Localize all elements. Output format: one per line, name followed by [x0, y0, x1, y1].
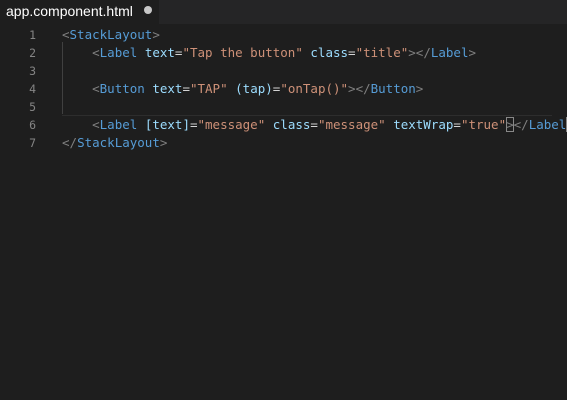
code-token: ></ [408, 45, 431, 60]
tab-bar: app.component.html [0, 0, 567, 24]
code-token: text [144, 45, 175, 60]
code-token: Label [99, 117, 138, 132]
line-code[interactable]: </StackLayout> [62, 134, 167, 152]
code-token: "Tap the button" [182, 45, 303, 60]
code-token: > [506, 117, 514, 132]
code-token: ></ [348, 81, 371, 96]
editor-window: app.component.html 1 <StackLayout> 2 <Labe… [0, 0, 567, 400]
code-token: "title" [355, 45, 409, 60]
unsaved-dot-icon[interactable] [144, 6, 152, 14]
code-token: "true" [460, 117, 507, 132]
line-number: 7 [29, 136, 36, 150]
code-token: </ [513, 117, 529, 132]
tab-app-component-html[interactable]: app.component.html [0, 0, 160, 24]
code-token: = [182, 81, 190, 96]
code-line[interactable]: 2 <Label text="Tap the button" class="ti… [0, 44, 567, 62]
line-code[interactable]: <Label [text]="message" class="message" … [62, 116, 567, 134]
code-token: = [453, 117, 461, 132]
code-token: class [272, 117, 311, 132]
code-token: < [92, 45, 100, 60]
line-number: 3 [29, 64, 36, 78]
code-token: "message" [317, 117, 386, 132]
code-token: Label [99, 45, 138, 60]
code-token: > [415, 81, 424, 96]
tab-title[interactable]: app.component.html [6, 2, 133, 20]
code-token: Label [528, 117, 567, 132]
code-line[interactable]: 4 <Button text="TAP" (tap)="onTap()"></B… [0, 80, 567, 98]
code-token: "onTap()" [280, 81, 349, 96]
code-token: < [92, 81, 100, 96]
code-token: StackLayout [77, 135, 160, 150]
line-code[interactable]: <StackLayout> [62, 26, 160, 44]
line-code[interactable]: <Label text="Tap the button" class="titl… [62, 44, 476, 62]
code-line[interactable]: 6 <Label [text]="message" class="message… [0, 116, 567, 134]
code-token: "TAP" [189, 81, 228, 96]
line-number: 2 [29, 46, 36, 60]
code-token: class [310, 45, 349, 60]
code-token: StackLayout [69, 27, 153, 42]
line-code[interactable]: <Button text="TAP" (tap)="onTap()"></But… [62, 80, 423, 98]
code-token: > [159, 135, 168, 150]
code-token: = [189, 117, 198, 132]
code-token: </ [62, 135, 78, 150]
code-token: < [62, 27, 70, 42]
code-token: = [310, 117, 318, 132]
code-editor[interactable]: 1 <StackLayout> 2 <Label text="Tap the but… [0, 24, 567, 400]
line-number: 4 [29, 82, 36, 96]
code-line[interactable]: 5 [0, 98, 567, 116]
code-token: = [348, 45, 356, 60]
code-token: Label [430, 45, 469, 60]
code-token: > [152, 27, 160, 42]
code-token: (tap) [235, 81, 273, 96]
line-number: 5 [29, 100, 36, 114]
code-token: > [468, 45, 477, 60]
line-number: 6 [29, 118, 36, 132]
code-token: "message" [197, 117, 266, 132]
code-token: Button [99, 81, 145, 96]
code-line[interactable]: 3 [0, 62, 567, 80]
code-token: < [92, 117, 100, 132]
code-line[interactable]: 1 <StackLayout> [0, 26, 567, 44]
code-line[interactable]: 7 </StackLayout> [0, 134, 567, 152]
code-token: [text] [144, 117, 190, 132]
line-number: 1 [29, 28, 36, 42]
code-token: Button [370, 81, 416, 96]
code-token: textWrap [393, 117, 454, 132]
code-token: text [152, 81, 183, 96]
